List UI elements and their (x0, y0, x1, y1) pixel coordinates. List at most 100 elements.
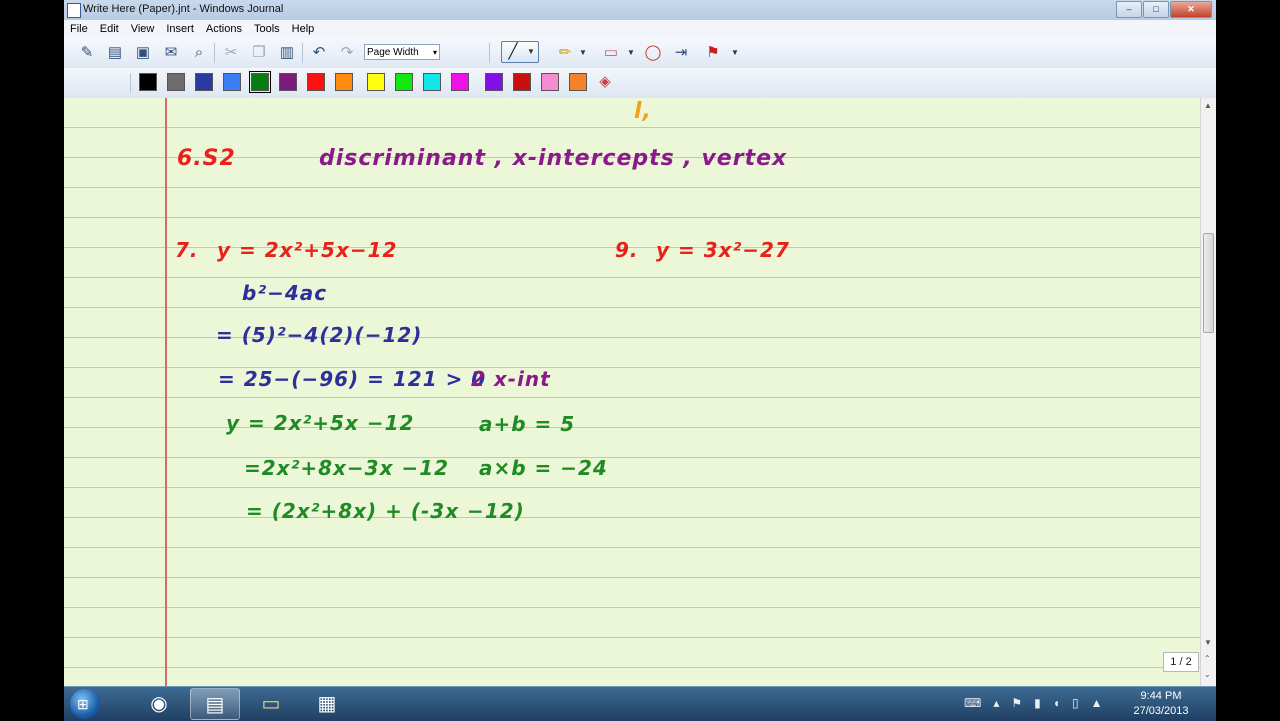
discriminant-result: 2 x-int (471, 367, 551, 391)
paste-icon[interactable]: ▥ (278, 44, 296, 62)
insert-space-icon[interactable]: ⇥ (672, 44, 690, 62)
minimize-button[interactable]: – (1116, 1, 1142, 18)
color-swatch[interactable] (395, 73, 413, 91)
flag-icon[interactable]: ⚑ (704, 44, 722, 62)
color-swatch[interactable] (139, 73, 157, 91)
clock-date: 27/03/2013 (1133, 705, 1189, 717)
system-tray: ⌨ ▴ ⚑ ▮ ◖ ▯ ▲ (964, 696, 1102, 710)
menu-file[interactable]: File (64, 23, 94, 35)
stray-mark: l, (634, 99, 652, 124)
color-swatch[interactable] (451, 73, 469, 91)
copy-icon[interactable]: ❐ (250, 44, 268, 62)
menu-edit[interactable]: Edit (94, 23, 125, 35)
problem-9-number: 9. (615, 238, 639, 262)
zoom-select[interactable]: Page Width ▾ (364, 44, 440, 60)
section-topic: discriminant , x-intercepts , vertex (319, 146, 788, 171)
chrome-icon[interactable]: ◉ (134, 688, 184, 720)
problem-9-equation: y = 3x²−27 (656, 238, 790, 262)
color-swatch[interactable] (249, 71, 271, 93)
chevron-down-icon[interactable]: ▼ (622, 44, 640, 62)
chevron-down-icon[interactable]: ▼ (726, 44, 744, 62)
lasso-icon[interactable]: ◯ (644, 44, 662, 62)
explorer-icon[interactable]: ▭ (246, 688, 296, 720)
color-swatch[interactable] (307, 73, 325, 91)
cut-icon[interactable]: ✂ (222, 44, 240, 62)
color-swatch[interactable] (223, 73, 241, 91)
menu-insert[interactable]: Insert (160, 23, 200, 35)
color-swatch[interactable] (367, 73, 385, 91)
clock-time: 9:44 PM (1140, 690, 1182, 702)
windows-logo-icon: ⊞ (77, 696, 89, 712)
discriminant-step-2: = 25−(−96) = 121 > 0 (218, 367, 487, 391)
redo-icon[interactable]: ↷ (338, 44, 356, 62)
scroll-down-icon[interactable]: ▼ (1204, 638, 1212, 647)
color-swatch[interactable] (541, 73, 559, 91)
send-icon[interactable]: ✉ (162, 44, 180, 62)
clock[interactable]: 9:44 PM 27/03/2013 (1126, 689, 1196, 719)
vertical-scrollbar[interactable]: ▲ ▼ ⌃ ⌄ (1200, 98, 1216, 686)
start-button[interactable]: ⊞ (70, 689, 100, 719)
journal-window: Write Here (Paper).jnt - Windows Journal… (64, 0, 1216, 686)
open-icon[interactable]: ▤ (106, 44, 124, 62)
journal-app-icon (67, 3, 81, 18)
power-icon[interactable]: ▯ (1072, 696, 1079, 710)
factor-line-3: = (2x²+8x) + (-3x −12) (246, 499, 525, 523)
menu-tools[interactable]: Tools (248, 23, 286, 35)
color-swatch[interactable] (195, 73, 213, 91)
color-picker-icon[interactable]: ◈ (596, 73, 614, 91)
menu-bar: File Edit View Insert Actions Tools Help (64, 20, 1216, 38)
eraser-icon[interactable]: ▭ (602, 44, 620, 62)
chevron-down-icon: ▼ (527, 47, 535, 56)
menu-help[interactable]: Help (286, 23, 321, 35)
chevron-down-icon[interactable]: ▼ (574, 44, 592, 62)
highlighter-icon[interactable]: ✏ (556, 44, 574, 62)
scroll-up-icon[interactable]: ▲ (1204, 101, 1212, 110)
page-margin-line (165, 98, 167, 686)
pen-icon: ╱ (508, 43, 518, 60)
color-swatch[interactable] (279, 73, 297, 91)
section-number: 6.S2 (177, 146, 236, 171)
calculator-icon[interactable]: ▦ (302, 688, 352, 720)
maximize-button[interactable]: □ (1143, 1, 1169, 18)
discriminant-step-1: = (5)²−4(2)(−12) (216, 323, 423, 347)
new-note-icon[interactable]: ✎ (78, 44, 96, 62)
problem-7-number: 7. (175, 238, 199, 262)
undo-icon[interactable]: ↶ (310, 44, 328, 62)
close-button[interactable]: ✕ (1170, 1, 1212, 18)
color-swatch[interactable] (167, 73, 185, 91)
scroll-thumb[interactable] (1203, 233, 1214, 333)
color-swatch[interactable] (569, 73, 587, 91)
problem-7-equation: y = 2x²+5x−12 (217, 238, 398, 262)
page-indicator: 1 / 2 (1163, 652, 1199, 672)
previous-page-icon[interactable]: ⌃ (1204, 654, 1211, 663)
factor-line-2: =2x²+8x−3x −12 (244, 456, 450, 480)
save-icon[interactable]: ▣ (134, 44, 152, 62)
factor-line-1: y = 2x²+5x −12 (226, 411, 415, 435)
taskbar: ⊞ ◉ ▤ ▭ ▦ ⌨ ▴ ⚑ ▮ ◖ ▯ ▲ 9:44 PM 27/03/20… (64, 686, 1216, 721)
menu-actions[interactable]: Actions (200, 23, 248, 35)
color-swatch[interactable] (423, 73, 441, 91)
volume-icon[interactable]: ◖ (1053, 696, 1060, 710)
pen-button[interactable]: ╱ ▼ (501, 41, 539, 63)
drive-icon[interactable]: ▲ (1091, 696, 1103, 710)
product-note: a×b = −24 (479, 456, 608, 480)
journal-taskbar-icon[interactable]: ▤ (190, 688, 240, 720)
standard-toolbar: ✎ ▤ ▣ ✉ ⌕ ✂ ❐ ▥ ↶ ↷ ✏ ▼ ▭ ▼ ◯ ⇥ ⚑ ▼ (64, 38, 1216, 69)
next-page-icon[interactable]: ⌄ (1204, 670, 1211, 679)
menu-view[interactable]: View (125, 23, 161, 35)
color-swatch[interactable] (513, 73, 531, 91)
keyboard-icon[interactable]: ⌨ (964, 696, 981, 710)
chevron-down-icon: ▾ (432, 48, 437, 57)
zoom-value: Page Width (367, 47, 419, 58)
note-page[interactable] (64, 98, 1200, 686)
color-swatch[interactable] (335, 73, 353, 91)
network-icon[interactable]: ▮ (1034, 696, 1041, 710)
title-bar: Write Here (Paper).jnt - Windows Journal… (64, 0, 1216, 20)
sum-note: a+b = 5 (479, 412, 576, 436)
action-center-flag-icon[interactable]: ⚑ (1011, 696, 1022, 710)
window-title: Write Here (Paper).jnt - Windows Journal (83, 3, 284, 15)
discriminant-formula: b²−4ac (242, 281, 328, 305)
find-icon[interactable]: ⌕ (190, 44, 208, 62)
color-swatch[interactable] (485, 73, 503, 91)
show-hidden-icon[interactable]: ▴ (993, 696, 999, 710)
